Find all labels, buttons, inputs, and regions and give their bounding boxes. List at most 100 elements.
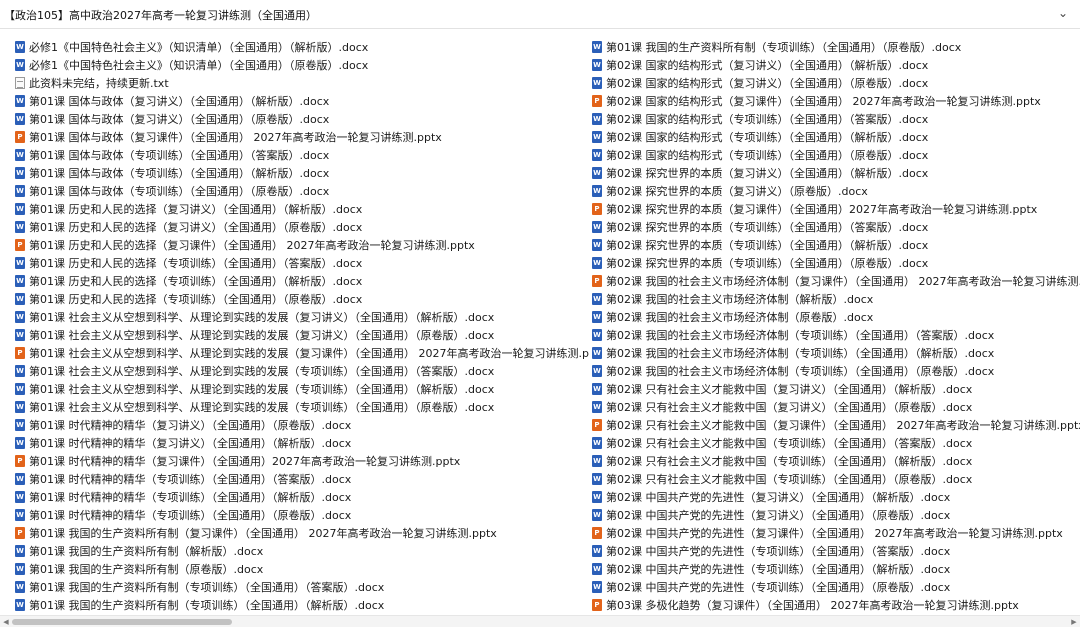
powerpoint-file-icon: [592, 599, 602, 611]
file-item[interactable]: 第02课 我国的社会主义市场经济体制（解析版）.docx: [592, 290, 1080, 308]
file-item[interactable]: 第01课 我国的生产资料所有制（解析版）.docx: [15, 542, 590, 560]
word-document-icon: [15, 329, 25, 341]
file-item[interactable]: 第01课 历史和人民的选择（复习课件）（全国通用） 2027年高考政治一轮复习讲…: [15, 236, 590, 254]
file-item[interactable]: 第02课 我国的社会主义市场经济体制（复习课件）（全国通用） 2027年高考政治…: [592, 272, 1080, 290]
file-item[interactable]: 第01课 国体与政体（复习课件）（全国通用） 2027年高考政治一轮复习讲练测.…: [15, 128, 590, 146]
file-item[interactable]: 必修1《中国特色社会主义》（知识清单）（全国通用）（解析版）.docx: [15, 38, 590, 56]
file-name: 第01课 时代精神的精华（专项训练）（全国通用）（答案版）.docx: [29, 473, 352, 486]
file-item[interactable]: 第01课 我国的生产资料所有制（原卷版）.docx: [15, 560, 590, 578]
file-item[interactable]: 第02课 国家的结构形式（专项训练）（全国通用）（解析版）.docx: [592, 128, 1080, 146]
file-name: 第01课 历史和人民的选择（专项训练）（全国通用）（原卷版）.docx: [29, 293, 363, 306]
address-bar[interactable]: 【政治105】高中政治2027年高考一轮复习讲练测（全国通用） ⌄: [0, 0, 1080, 29]
file-item[interactable]: 第02课 探究世界的本质（复习讲义）（全国通用）（解析版）.docx: [592, 164, 1080, 182]
word-document-icon: [592, 185, 602, 197]
file-item[interactable]: 第01课 社会主义从空想到科学、从理论到实践的发展（复习讲义）（全国通用）（原卷…: [15, 326, 590, 344]
file-name: 第01课 我国的生产资料所有制（专项训练）（全国通用）（解析版）.docx: [29, 599, 385, 612]
file-item[interactable]: 第02课 只有社会主义才能救中国（复习讲义）（全国通用）（原卷版）.docx: [592, 398, 1080, 416]
file-name: 第01课 我国的生产资料所有制（专项训练）（全国通用）（原卷版）.docx: [606, 41, 962, 54]
file-item[interactable]: 第02课 只有社会主义才能救中国（复习讲义）（全国通用）（解析版）.docx: [592, 380, 1080, 398]
file-item[interactable]: 第02课 只有社会主义才能救中国（专项训练）（全国通用）（原卷版）.docx: [592, 470, 1080, 488]
file-item[interactable]: 第01课 时代精神的精华（专项训练）（全国通用）（解析版）.docx: [15, 488, 590, 506]
text-file-icon: [15, 77, 25, 89]
file-item[interactable]: 此资料未完结，持续更新.txt: [15, 74, 590, 92]
file-item[interactable]: 第01课 社会主义从空想到科学、从理论到实践的发展（复习讲义）（全国通用）（解析…: [15, 308, 590, 326]
file-item[interactable]: 第02课 只有社会主义才能救中国（专项训练）（全国通用）（解析版）.docx: [592, 452, 1080, 470]
file-item[interactable]: 第01课 历史和人民的选择（复习讲义）（全国通用）（原卷版）.docx: [15, 218, 590, 236]
file-item[interactable]: 第01课 历史和人民的选择（专项训练）（全国通用）（原卷版）.docx: [15, 290, 590, 308]
file-item[interactable]: 第02课 中国共产党的先进性（专项训练）（全国通用）（解析版）.docx: [592, 560, 1080, 578]
scroll-right-icon[interactable]: ▶: [1069, 617, 1079, 627]
file-name: 第02课 我国的社会主义市场经济体制（复习课件）（全国通用） 2027年高考政治…: [606, 275, 1080, 288]
file-item[interactable]: 第01课 国体与政体（专项训练）（全国通用）（原卷版）.docx: [15, 182, 590, 200]
file-item[interactable]: 第01课 时代精神的精华（复习讲义）（全国通用）（原卷版）.docx: [15, 416, 590, 434]
file-name: 第01课 国体与政体（专项训练）（全国通用）（答案版）.docx: [29, 149, 330, 162]
word-document-icon: [592, 509, 602, 521]
file-name: 第02课 只有社会主义才能救中国（复习课件）（全国通用） 2027年高考政治一轮…: [606, 419, 1080, 432]
file-item[interactable]: 第02课 国家的结构形式（专项训练）（全国通用）（原卷版）.docx: [592, 146, 1080, 164]
file-name: 第01课 历史和人民的选择（复习讲义）（全国通用）（解析版）.docx: [29, 203, 363, 216]
file-name: 第01课 时代精神的精华（复习讲义）（全国通用）（解析版）.docx: [29, 437, 352, 450]
file-item[interactable]: 第02课 探究世界的本质（专项训练）（全国通用）（答案版）.docx: [592, 218, 1080, 236]
file-item[interactable]: 第01课 我国的生产资料所有制（复习课件）（全国通用） 2027年高考政治一轮复…: [15, 524, 590, 542]
file-item[interactable]: 第02课 国家的结构形式（复习讲义）（全国通用）（原卷版）.docx: [592, 74, 1080, 92]
word-document-icon: [592, 545, 602, 557]
file-item[interactable]: 第01课 历史和人民的选择（专项训练）（全国通用）（解析版）.docx: [15, 272, 590, 290]
scroll-left-icon[interactable]: ◀: [1, 617, 11, 627]
file-name: 第02课 我国的社会主义市场经济体制（专项训练）（全国通用）（解析版）.docx: [606, 347, 995, 360]
file-item[interactable]: 第01课 社会主义从空想到科学、从理论到实践的发展（专项训练）（全国通用）（答案…: [15, 362, 590, 380]
word-document-icon: [592, 473, 602, 485]
file-item[interactable]: 第02课 我国的社会主义市场经济体制（专项训练）（全国通用）（答案版）.docx: [592, 326, 1080, 344]
file-item[interactable]: 第02课 中国共产党的先进性（专项训练）（全国通用）（原卷版）.docx: [592, 578, 1080, 596]
file-item[interactable]: 第01课 我国的生产资料所有制（专项训练）（全国通用）（答案版）.docx: [15, 578, 590, 596]
file-item[interactable]: 必修1《中国特色社会主义》（知识清单）（全国通用）（原卷版）.docx: [15, 56, 590, 74]
horizontal-scrollbar[interactable]: ◀ ▶: [0, 615, 1080, 627]
file-name: 第01课 我国的生产资料所有制（解析版）.docx: [29, 545, 264, 558]
file-item[interactable]: 第01课 时代精神的精华（专项训练）（全国通用）（原卷版）.docx: [15, 506, 590, 524]
word-document-icon: [15, 419, 25, 431]
file-item[interactable]: 第01课 历史和人民的选择（专项训练）（全国通用）（答案版）.docx: [15, 254, 590, 272]
file-item[interactable]: 第01课 国体与政体（复习讲义）（全国通用）（原卷版）.docx: [15, 110, 590, 128]
file-name: 第01课 历史和人民的选择（复习讲义）（全国通用）（原卷版）.docx: [29, 221, 363, 234]
file-item[interactable]: 第02课 国家的结构形式（专项训练）（全国通用）（答案版）.docx: [592, 110, 1080, 128]
file-item[interactable]: 第01课 时代精神的精华（专项训练）（全国通用）（答案版）.docx: [15, 470, 590, 488]
file-item[interactable]: 第02课 国家的结构形式（复习讲义）（全国通用）（解析版）.docx: [592, 56, 1080, 74]
file-item[interactable]: 第02课 我国的社会主义市场经济体制（专项训练）（全国通用）（原卷版）.docx: [592, 362, 1080, 380]
file-item[interactable]: 第02课 中国共产党的先进性（复习课件）（全国通用） 2027年高考政治一轮复习…: [592, 524, 1080, 542]
file-item[interactable]: 第02课 探究世界的本质（专项训练）（全国通用）（原卷版）.docx: [592, 254, 1080, 272]
file-item[interactable]: 第02课 中国共产党的先进性（复习讲义）（全国通用）（原卷版）.docx: [592, 506, 1080, 524]
file-name: 第02课 中国共产党的先进性（复习讲义）（全国通用）（解析版）.docx: [606, 491, 951, 504]
file-name: 第02课 我国的社会主义市场经济体制（专项训练）（全国通用）（答案版）.docx: [606, 329, 995, 342]
file-item[interactable]: 第01课 社会主义从空想到科学、从理论到实践的发展（专项训练）（全国通用）（解析…: [15, 380, 590, 398]
file-item[interactable]: 第02课 中国共产党的先进性（专项训练）（全国通用）（答案版）.docx: [592, 542, 1080, 560]
file-name: 第02课 只有社会主义才能救中国（专项训练）（全国通用）（原卷版）.docx: [606, 473, 973, 486]
file-item[interactable]: 第02课 探究世界的本质（专项训练）（全国通用）（解析版）.docx: [592, 236, 1080, 254]
file-item[interactable]: 第01课 时代精神的精华（复习讲义）（全国通用）（解析版）.docx: [15, 434, 590, 452]
file-item[interactable]: 第01课 社会主义从空想到科学、从理论到实践的发展（专项训练）（全国通用）（原卷…: [15, 398, 590, 416]
file-name: 第02课 国家的结构形式（专项训练）（全国通用）（解析版）.docx: [606, 131, 929, 144]
file-name: 第02课 中国共产党的先进性（复习课件）（全国通用） 2027年高考政治一轮复习…: [606, 527, 1063, 540]
file-item[interactable]: 第02课 只有社会主义才能救中国（复习课件）（全国通用） 2027年高考政治一轮…: [592, 416, 1080, 434]
file-item[interactable]: 第01课 我国的生产资料所有制（专项训练）（全国通用）（解析版）.docx: [15, 596, 590, 614]
scrollbar-thumb[interactable]: [12, 619, 232, 625]
file-item[interactable]: 第02课 中国共产党的先进性（复习讲义）（全国通用）（解析版）.docx: [592, 488, 1080, 506]
file-item[interactable]: 第03课 多极化趋势（复习课件）（全国通用） 2027年高考政治一轮复习讲练测.…: [592, 596, 1080, 614]
file-item[interactable]: 第01课 我国的生产资料所有制（专项训练）（全国通用）（原卷版）.docx: [592, 38, 1080, 56]
file-item[interactable]: 第01课 社会主义从空想到科学、从理论到实践的发展（复习课件）（全国通用） 20…: [15, 344, 590, 362]
word-document-icon: [15, 599, 25, 611]
file-item[interactable]: 第02课 我国的社会主义市场经济体制（专项训练）（全国通用）（解析版）.docx: [592, 344, 1080, 362]
file-list: 必修1《中国特色社会主义》（知识清单）（全国通用）（解析版）.docx 必修1《中…: [0, 38, 1080, 614]
chevron-down-icon[interactable]: ⌄: [1056, 6, 1070, 20]
file-item[interactable]: 第02课 国家的结构形式（复习课件）（全国通用） 2027年高考政治一轮复习讲练…: [592, 92, 1080, 110]
file-item[interactable]: 第02课 我国的社会主义市场经济体制（原卷版）.docx: [592, 308, 1080, 326]
file-item[interactable]: 第01课 国体与政体（专项训练）（全国通用）（答案版）.docx: [15, 146, 590, 164]
file-item[interactable]: 第02课 只有社会主义才能救中国（专项训练）（全国通用）（答案版）.docx: [592, 434, 1080, 452]
word-document-icon: [592, 311, 602, 323]
file-item[interactable]: 第01课 国体与政体（专项训练）（全国通用）（解析版）.docx: [15, 164, 590, 182]
file-item[interactable]: 第01课 时代精神的精华（复习课件）（全国通用）2027年高考政治一轮复习讲练测…: [15, 452, 590, 470]
file-name: 第02课 国家的结构形式（复习讲义）（全国通用）（解析版）.docx: [606, 59, 929, 72]
file-item[interactable]: 第02课 探究世界的本质（复习课件）（全国通用）2027年高考政治一轮复习讲练测…: [592, 200, 1080, 218]
word-document-icon: [15, 437, 25, 449]
file-item[interactable]: 第01课 历史和人民的选择（复习讲义）（全国通用）（解析版）.docx: [15, 200, 590, 218]
file-item[interactable]: 第01课 国体与政体（复习讲义）（全国通用）（解析版）.docx: [15, 92, 590, 110]
file-item[interactable]: 第02课 探究世界的本质（复习讲义）（原卷版）.docx: [592, 182, 1080, 200]
